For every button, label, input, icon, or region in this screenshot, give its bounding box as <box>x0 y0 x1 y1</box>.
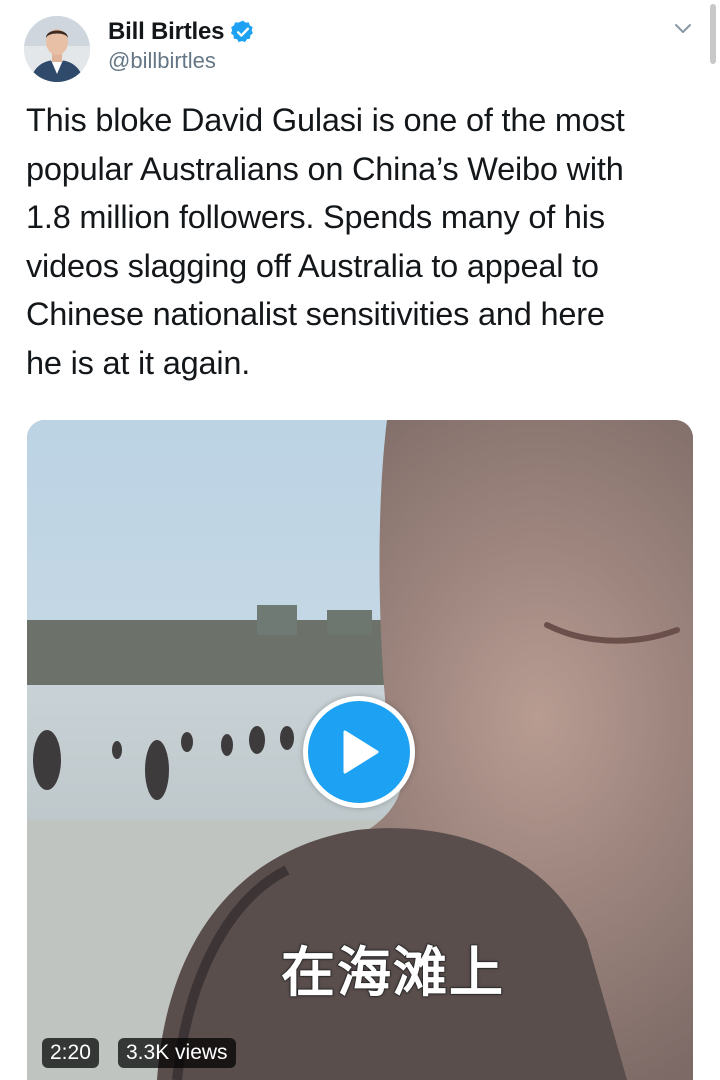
verified-badge-icon <box>230 19 256 45</box>
video-subtitle: 在海滩上 <box>280 940 505 1005</box>
video-player[interactable]: 在海滩上 2:20 3.3K views <box>27 420 693 1080</box>
avatar[interactable] <box>24 16 90 82</box>
display-name[interactable]: Bill Birtles <box>108 18 225 46</box>
author-handle[interactable]: @billbirtles <box>108 48 216 74</box>
author-name-row[interactable]: Bill Birtles <box>108 16 256 48</box>
video-duration: 2:20 <box>42 1038 99 1068</box>
tweet-card: Bill Birtles @billbirtles This bloke Dav… <box>0 0 720 1080</box>
video-view-count: 3.3K views <box>118 1038 236 1068</box>
play-button[interactable] <box>303 696 415 808</box>
chevron-down-icon[interactable] <box>670 16 696 42</box>
scrollbar[interactable] <box>710 4 716 64</box>
play-icon <box>343 730 379 774</box>
tweet-text: This bloke David Gulasi is one of the mo… <box>26 102 625 381</box>
